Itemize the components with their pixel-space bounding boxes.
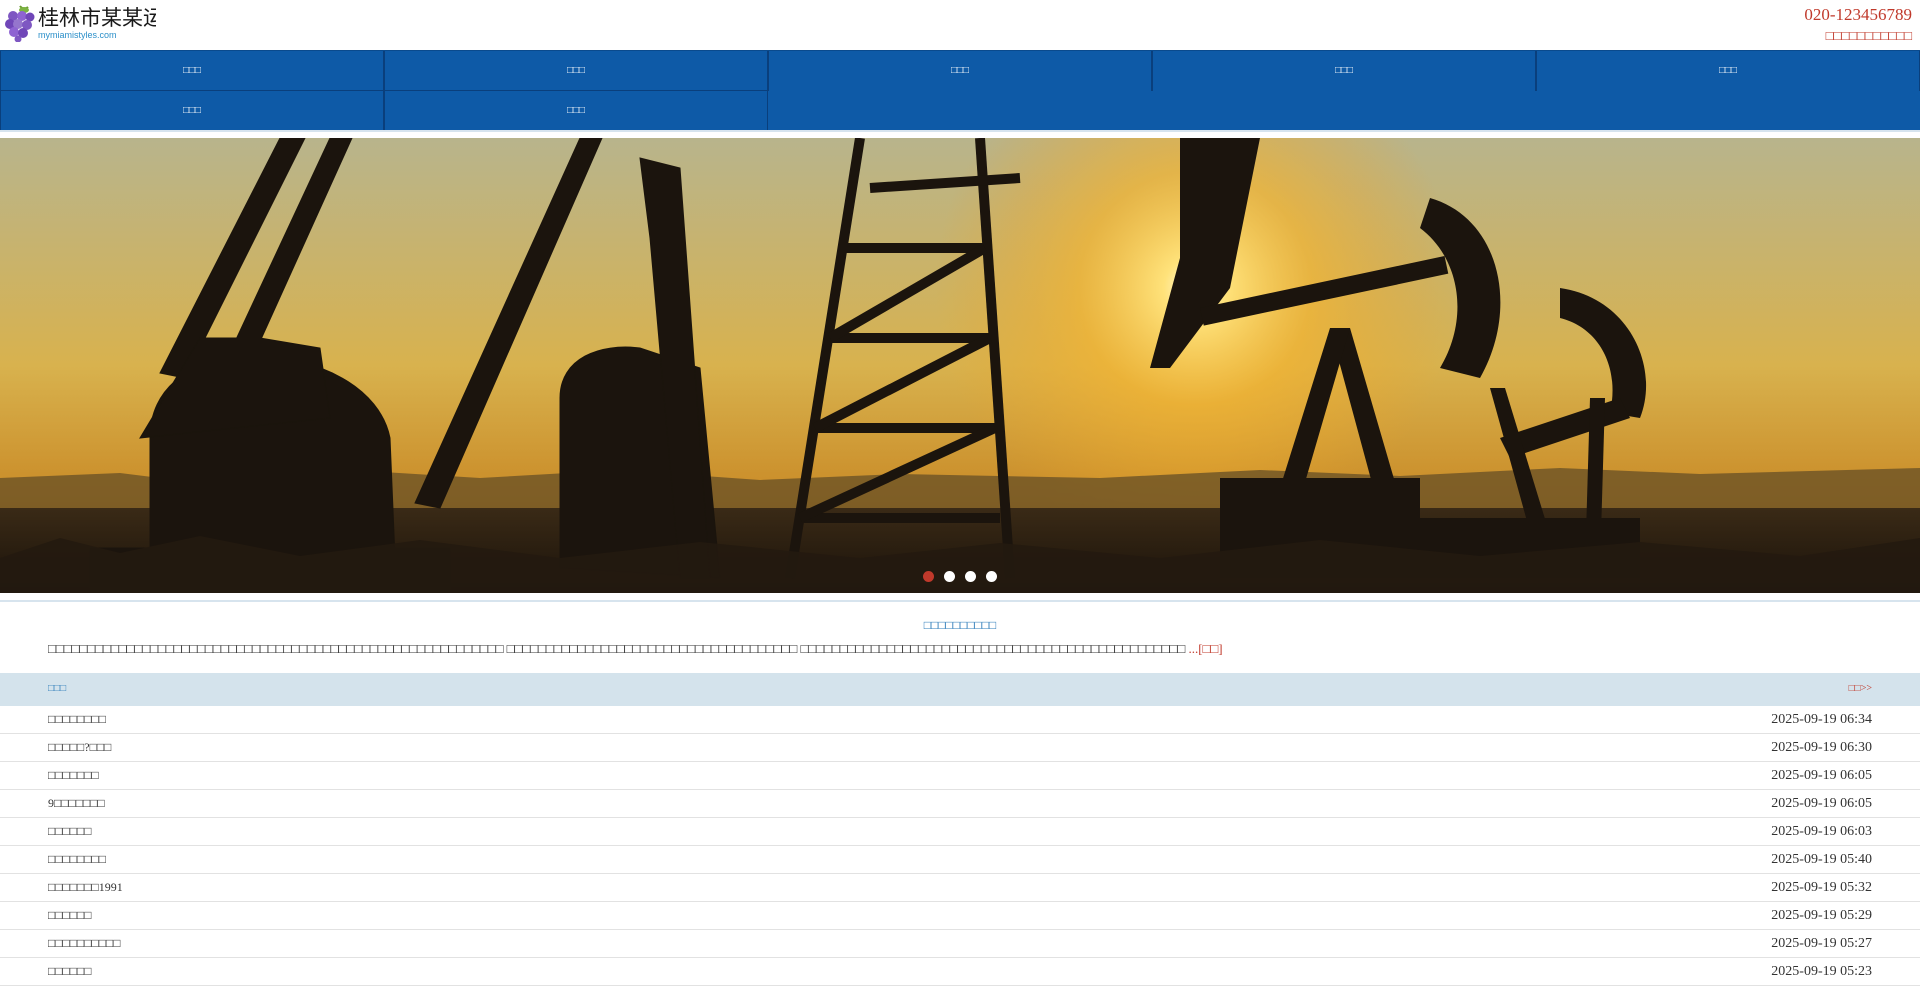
site-logo[interactable]: 桂林市某某运 mymiamistyles.com	[4, 2, 156, 46]
nav-item[interactable]: □□□	[1536, 51, 1920, 91]
list-item[interactable]: 9□□□□□□□ 2025-09-19 06:05	[0, 790, 1920, 818]
news-item-date: 2025-09-19 06:03	[1771, 824, 1872, 839]
intro-title: □□□□□□□□□□	[923, 618, 997, 632]
news-item-date: 2025-09-19 05:29	[1771, 908, 1872, 923]
news-item-date: 2025-09-19 05:40	[1771, 852, 1872, 867]
news-item-date: 2025-09-19 06:05	[1771, 796, 1872, 811]
list-item[interactable]: □□□□□□□1991 2025-09-19 05:32	[0, 874, 1920, 902]
news-item-date: 2025-09-19 05:23	[1771, 964, 1872, 979]
slide-dot[interactable]	[965, 571, 976, 582]
news-item-date: 2025-09-19 05:27	[1771, 936, 1872, 951]
slide-dot[interactable]	[923, 571, 934, 582]
news-item-title[interactable]: 9□□□□□□□	[48, 796, 105, 811]
divider	[0, 600, 1920, 602]
slide-dot[interactable]	[944, 571, 955, 582]
phone-number: 020-123456789	[1804, 5, 1912, 24]
news-item-title[interactable]: □□□□□□□□	[48, 712, 106, 727]
nav-item[interactable]: □□□	[384, 91, 768, 131]
news-header: □□□ □□>>	[0, 673, 1920, 706]
news-item-title[interactable]: □□□□□□	[48, 908, 92, 923]
list-item[interactable]: □□□□□□ 2025-09-19 05:23	[0, 958, 1920, 986]
grape-logo-icon	[5, 5, 35, 42]
nav-item[interactable]: □□□	[384, 51, 768, 91]
list-item[interactable]: □□□□□□□□ 2025-09-19 05:40	[0, 846, 1920, 874]
nav-item[interactable]: □□□	[0, 91, 384, 131]
list-item[interactable]: □□□□□□□□□□ 2025-09-19 05:27	[0, 930, 1920, 958]
divider	[0, 130, 1920, 132]
nav-item[interactable]: □□□	[768, 51, 1152, 91]
list-item[interactable]: □□□□□□ 2025-09-19 06:03	[0, 818, 1920, 846]
news-list: □□□□□□□□ 2025-09-19 06:34 □□□□□?□□□ 2025-0…	[0, 706, 1920, 986]
nav-item[interactable]: □□□	[0, 51, 384, 91]
site-name: 桂林市某某运	[38, 6, 156, 30]
news-item-date: 2025-09-19 06:05	[1771, 768, 1872, 783]
list-item[interactable]: □□□□□□□ 2025-09-19 06:05	[0, 762, 1920, 790]
news-item-title[interactable]: □□□□□□□□□□	[48, 936, 120, 951]
oil-pumpjack-sunset-photo	[0, 138, 1920, 593]
slide-dot[interactable]	[986, 571, 997, 582]
header-slogan: □□□□□□□□□□□	[1825, 28, 1912, 43]
main-nav: □□□ □□□ □□□ □□□ □□□ □□□ □□□	[0, 50, 1920, 131]
news-item-title[interactable]: □□□□□□□	[48, 768, 99, 783]
news-section-title: □□□	[48, 683, 67, 694]
hero-banner[interactable]	[0, 138, 1920, 593]
nav-item[interactable]: □□□	[1152, 51, 1536, 91]
intro-ellipsis: ...	[1188, 641, 1199, 656]
site-domain: mymiamistyles.com	[38, 30, 117, 40]
news-item-title[interactable]: □□□□□□	[48, 964, 92, 979]
intro-paragraph: □□□□□□□□□□□□□□□□□□□□□□□□□□□□□□□□□□□□□□□□…	[48, 641, 1878, 657]
intro-text: □□□□□□□□□□□□□□□□□□□□□□□□□□□□□□□□□□□□□□□□…	[48, 641, 1189, 656]
news-more-link[interactable]: □□>>	[1849, 683, 1872, 694]
news-item-date: 2025-09-19 06:30	[1771, 740, 1872, 755]
news-item-title[interactable]: □□□□□□	[48, 824, 92, 839]
contact-info: 020-123456789 □□□□□□□□□□□	[1804, 4, 1912, 46]
news-item-title[interactable]: □□□□□?□□□	[48, 740, 111, 755]
list-item[interactable]: □□□□□?□□□ 2025-09-19 06:30	[0, 734, 1920, 762]
news-item-date: 2025-09-19 06:34	[1771, 712, 1872, 727]
site-header: 桂林市某某运 mymiamistyles.com 020-123456789 □…	[0, 0, 1920, 50]
news-item-date: 2025-09-19 05:32	[1771, 880, 1872, 895]
slider-dots	[0, 571, 1920, 582]
intro-more-link[interactable]: [□□]	[1198, 641, 1222, 656]
news-item-title[interactable]: □□□□□□□1991	[48, 880, 123, 895]
list-item[interactable]: □□□□□□ 2025-09-19 05:29	[0, 902, 1920, 930]
list-item[interactable]: □□□□□□□□ 2025-09-19 06:34	[0, 706, 1920, 734]
news-item-title[interactable]: □□□□□□□□	[48, 852, 106, 867]
